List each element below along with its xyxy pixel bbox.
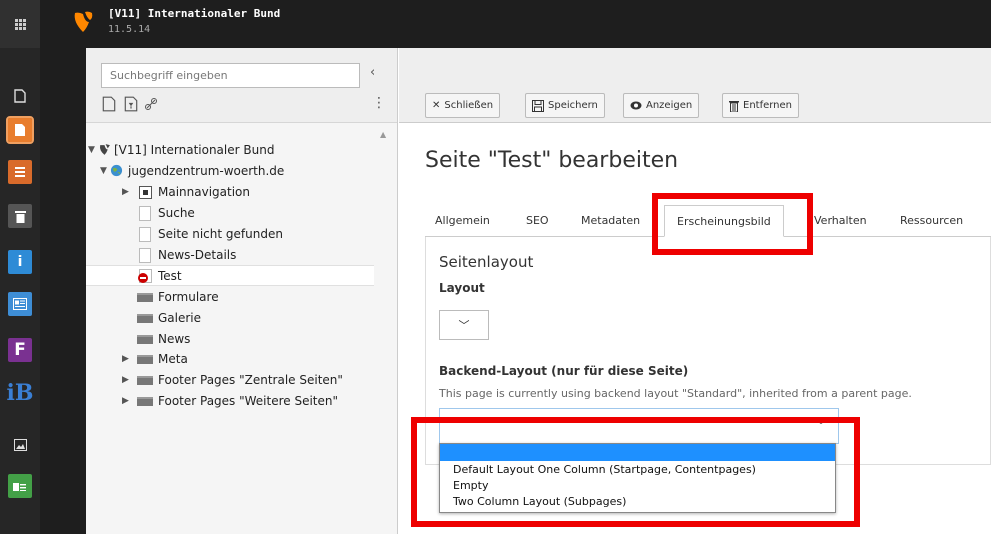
typo3-root-icon bbox=[99, 144, 110, 155]
close-icon: ✕ bbox=[432, 100, 441, 111]
tree-item-label: News bbox=[158, 332, 191, 346]
backend-layout-label: Backend-Layout (nur für diese Seite) bbox=[439, 364, 689, 378]
tab-verhalten[interactable]: Verhalten bbox=[814, 205, 867, 237]
link-icon[interactable] bbox=[144, 96, 158, 112]
top-bar: [V11] Internationaler Bund 11.5.14 bbox=[0, 0, 991, 48]
module-menu: i F iB bbox=[0, 48, 40, 534]
page-tree-panel: Suchbegriff eingeben ‹ ⋮ ▲ ▼ [V11] Inter… bbox=[86, 48, 398, 534]
view-button-label: Anzeigen bbox=[646, 100, 693, 111]
tab-ressourcen[interactable]: Ressourcen bbox=[900, 205, 963, 237]
tree-item-test[interactable]: Test bbox=[86, 265, 374, 286]
tree-site-label: jugendzentrum-woerth.de bbox=[128, 164, 285, 178]
collapsed-icon[interactable]: ▶ bbox=[122, 391, 129, 412]
collapse-tree-icon[interactable]: ‹ bbox=[370, 65, 375, 80]
folder-icon bbox=[137, 376, 153, 385]
tree-root-row[interactable]: ▼ [V11] Internationaler Bund bbox=[86, 140, 374, 161]
tree-item-label: Mainnavigation bbox=[158, 185, 250, 199]
site-version: 11.5.14 bbox=[108, 24, 151, 35]
tree-item-label: Formulare bbox=[158, 290, 219, 304]
delete-button-label: Entfernen bbox=[743, 100, 793, 111]
tree-item-seite-nicht-gefunden[interactable]: Seite nicht gefunden bbox=[86, 224, 374, 245]
collapsed-icon[interactable]: ▶ bbox=[122, 349, 129, 370]
more-options-icon[interactable]: ⋮ bbox=[372, 95, 386, 111]
shortcut-page-icon bbox=[139, 186, 152, 199]
tree-root-label: [V11] Internationaler Bund bbox=[114, 143, 275, 157]
tab-seo[interactable]: SEO bbox=[526, 205, 549, 237]
tree-item-label: Suche bbox=[158, 206, 195, 220]
scroll-up-icon[interactable]: ▲ bbox=[380, 130, 386, 139]
page-icon[interactable] bbox=[8, 84, 32, 108]
tree-item-mainnavigation[interactable]: ▶ Mainnavigation bbox=[86, 182, 374, 203]
tab-allgemein[interactable]: Allgemein bbox=[435, 205, 490, 237]
filter-page-icon[interactable] bbox=[124, 96, 138, 112]
tree-site-row[interactable]: ▼ jugendzentrum-woerth.de bbox=[86, 161, 374, 182]
layout-select[interactable]: ﹀ bbox=[439, 310, 489, 340]
globe-icon bbox=[110, 164, 123, 177]
page-tree-toolbar: Suchbegriff eingeben ‹ ⋮ bbox=[86, 48, 397, 123]
save-button[interactable]: Speichern bbox=[525, 93, 605, 118]
tree-item-label: Footer Pages "Zentrale Seiten" bbox=[158, 373, 343, 387]
tree-item-label: Footer Pages "Weitere Seiten" bbox=[158, 394, 339, 408]
tree-item-label: News-Details bbox=[158, 248, 237, 262]
page-icon bbox=[139, 227, 151, 242]
tree-item-footer-weitere[interactable]: ▶ Footer Pages "Weitere Seiten" bbox=[86, 391, 374, 412]
eye-icon bbox=[630, 101, 642, 110]
tree-item-footer-zentrale[interactable]: ▶ Footer Pages "Zentrale Seiten" bbox=[86, 370, 374, 391]
doc-header: ✕ Schließen Speichern Anzeigen Entfernen bbox=[399, 48, 991, 123]
tab-metadaten[interactable]: Metadaten bbox=[581, 205, 640, 237]
tree-item-galerie[interactable]: Galerie bbox=[86, 308, 374, 329]
save-icon bbox=[532, 99, 544, 112]
backend-layout-hint: This page is currently using backend lay… bbox=[439, 387, 912, 400]
site-title[interactable]: [V11] Internationaler Bund bbox=[108, 7, 280, 20]
layout-label: Layout bbox=[439, 281, 485, 295]
section-title: Seitenlayout bbox=[439, 253, 534, 271]
highlight-box-tab bbox=[652, 193, 813, 255]
tree-item-label: Seite nicht gefunden bbox=[158, 227, 283, 241]
folder-icon bbox=[137, 335, 153, 344]
trash-icon bbox=[729, 100, 739, 112]
page-icon bbox=[139, 206, 151, 221]
delete-button[interactable]: Entfernen bbox=[722, 93, 800, 118]
tree-search-input[interactable]: Suchbegriff eingeben bbox=[101, 63, 360, 88]
tree-item-label: Galerie bbox=[158, 311, 202, 325]
tree-item-news[interactable]: News bbox=[86, 329, 374, 350]
tree-item-suche[interactable]: Suche bbox=[86, 203, 374, 224]
ib-logo-icon[interactable]: iB bbox=[4, 378, 36, 408]
app-menu-button[interactable] bbox=[0, 0, 40, 48]
module-menu-gutter bbox=[40, 48, 86, 534]
info-icon[interactable]: i bbox=[8, 250, 32, 274]
folder-icon bbox=[137, 397, 153, 406]
folder-icon bbox=[137, 314, 153, 323]
view-button[interactable]: Anzeigen bbox=[623, 93, 700, 118]
expanded-icon[interactable]: ▼ bbox=[88, 140, 95, 161]
folder-icon bbox=[137, 293, 153, 302]
tree-item-news-details[interactable]: News-Details bbox=[86, 245, 374, 266]
tree-item-meta[interactable]: ▶ Meta bbox=[86, 349, 374, 370]
typo3-logo-icon[interactable] bbox=[72, 10, 94, 34]
save-button-label: Speichern bbox=[548, 100, 598, 111]
tree-item-formulare[interactable]: Formulare bbox=[86, 287, 374, 308]
tree-item-label: Test bbox=[158, 269, 182, 283]
grid-icon bbox=[14, 18, 26, 30]
news-icon[interactable] bbox=[8, 292, 32, 316]
hidden-page-icon bbox=[138, 269, 152, 283]
folder-icon bbox=[137, 355, 153, 364]
new-page-icon[interactable] bbox=[102, 96, 116, 112]
highlight-box-dropdown bbox=[411, 417, 860, 527]
page-module-icon[interactable] bbox=[6, 116, 34, 144]
expanded-icon[interactable]: ▼ bbox=[100, 161, 107, 182]
collapsed-icon[interactable]: ▶ bbox=[122, 182, 129, 203]
collapsed-icon[interactable]: ▶ bbox=[122, 370, 129, 391]
page-title: Seite "Test" bearbeiten bbox=[425, 148, 679, 173]
tree-item-label: Meta bbox=[158, 352, 188, 366]
close-button[interactable]: ✕ Schließen bbox=[425, 93, 501, 118]
image-icon[interactable] bbox=[8, 433, 32, 457]
layout-icon[interactable] bbox=[8, 474, 32, 498]
form-icon[interactable]: F bbox=[8, 338, 32, 362]
close-button-label: Schließen bbox=[444, 100, 494, 111]
list-icon[interactable] bbox=[8, 160, 32, 184]
page-icon bbox=[139, 248, 151, 263]
chevron-down-icon: ﹀ bbox=[458, 319, 470, 332]
trash-icon[interactable] bbox=[8, 204, 32, 228]
